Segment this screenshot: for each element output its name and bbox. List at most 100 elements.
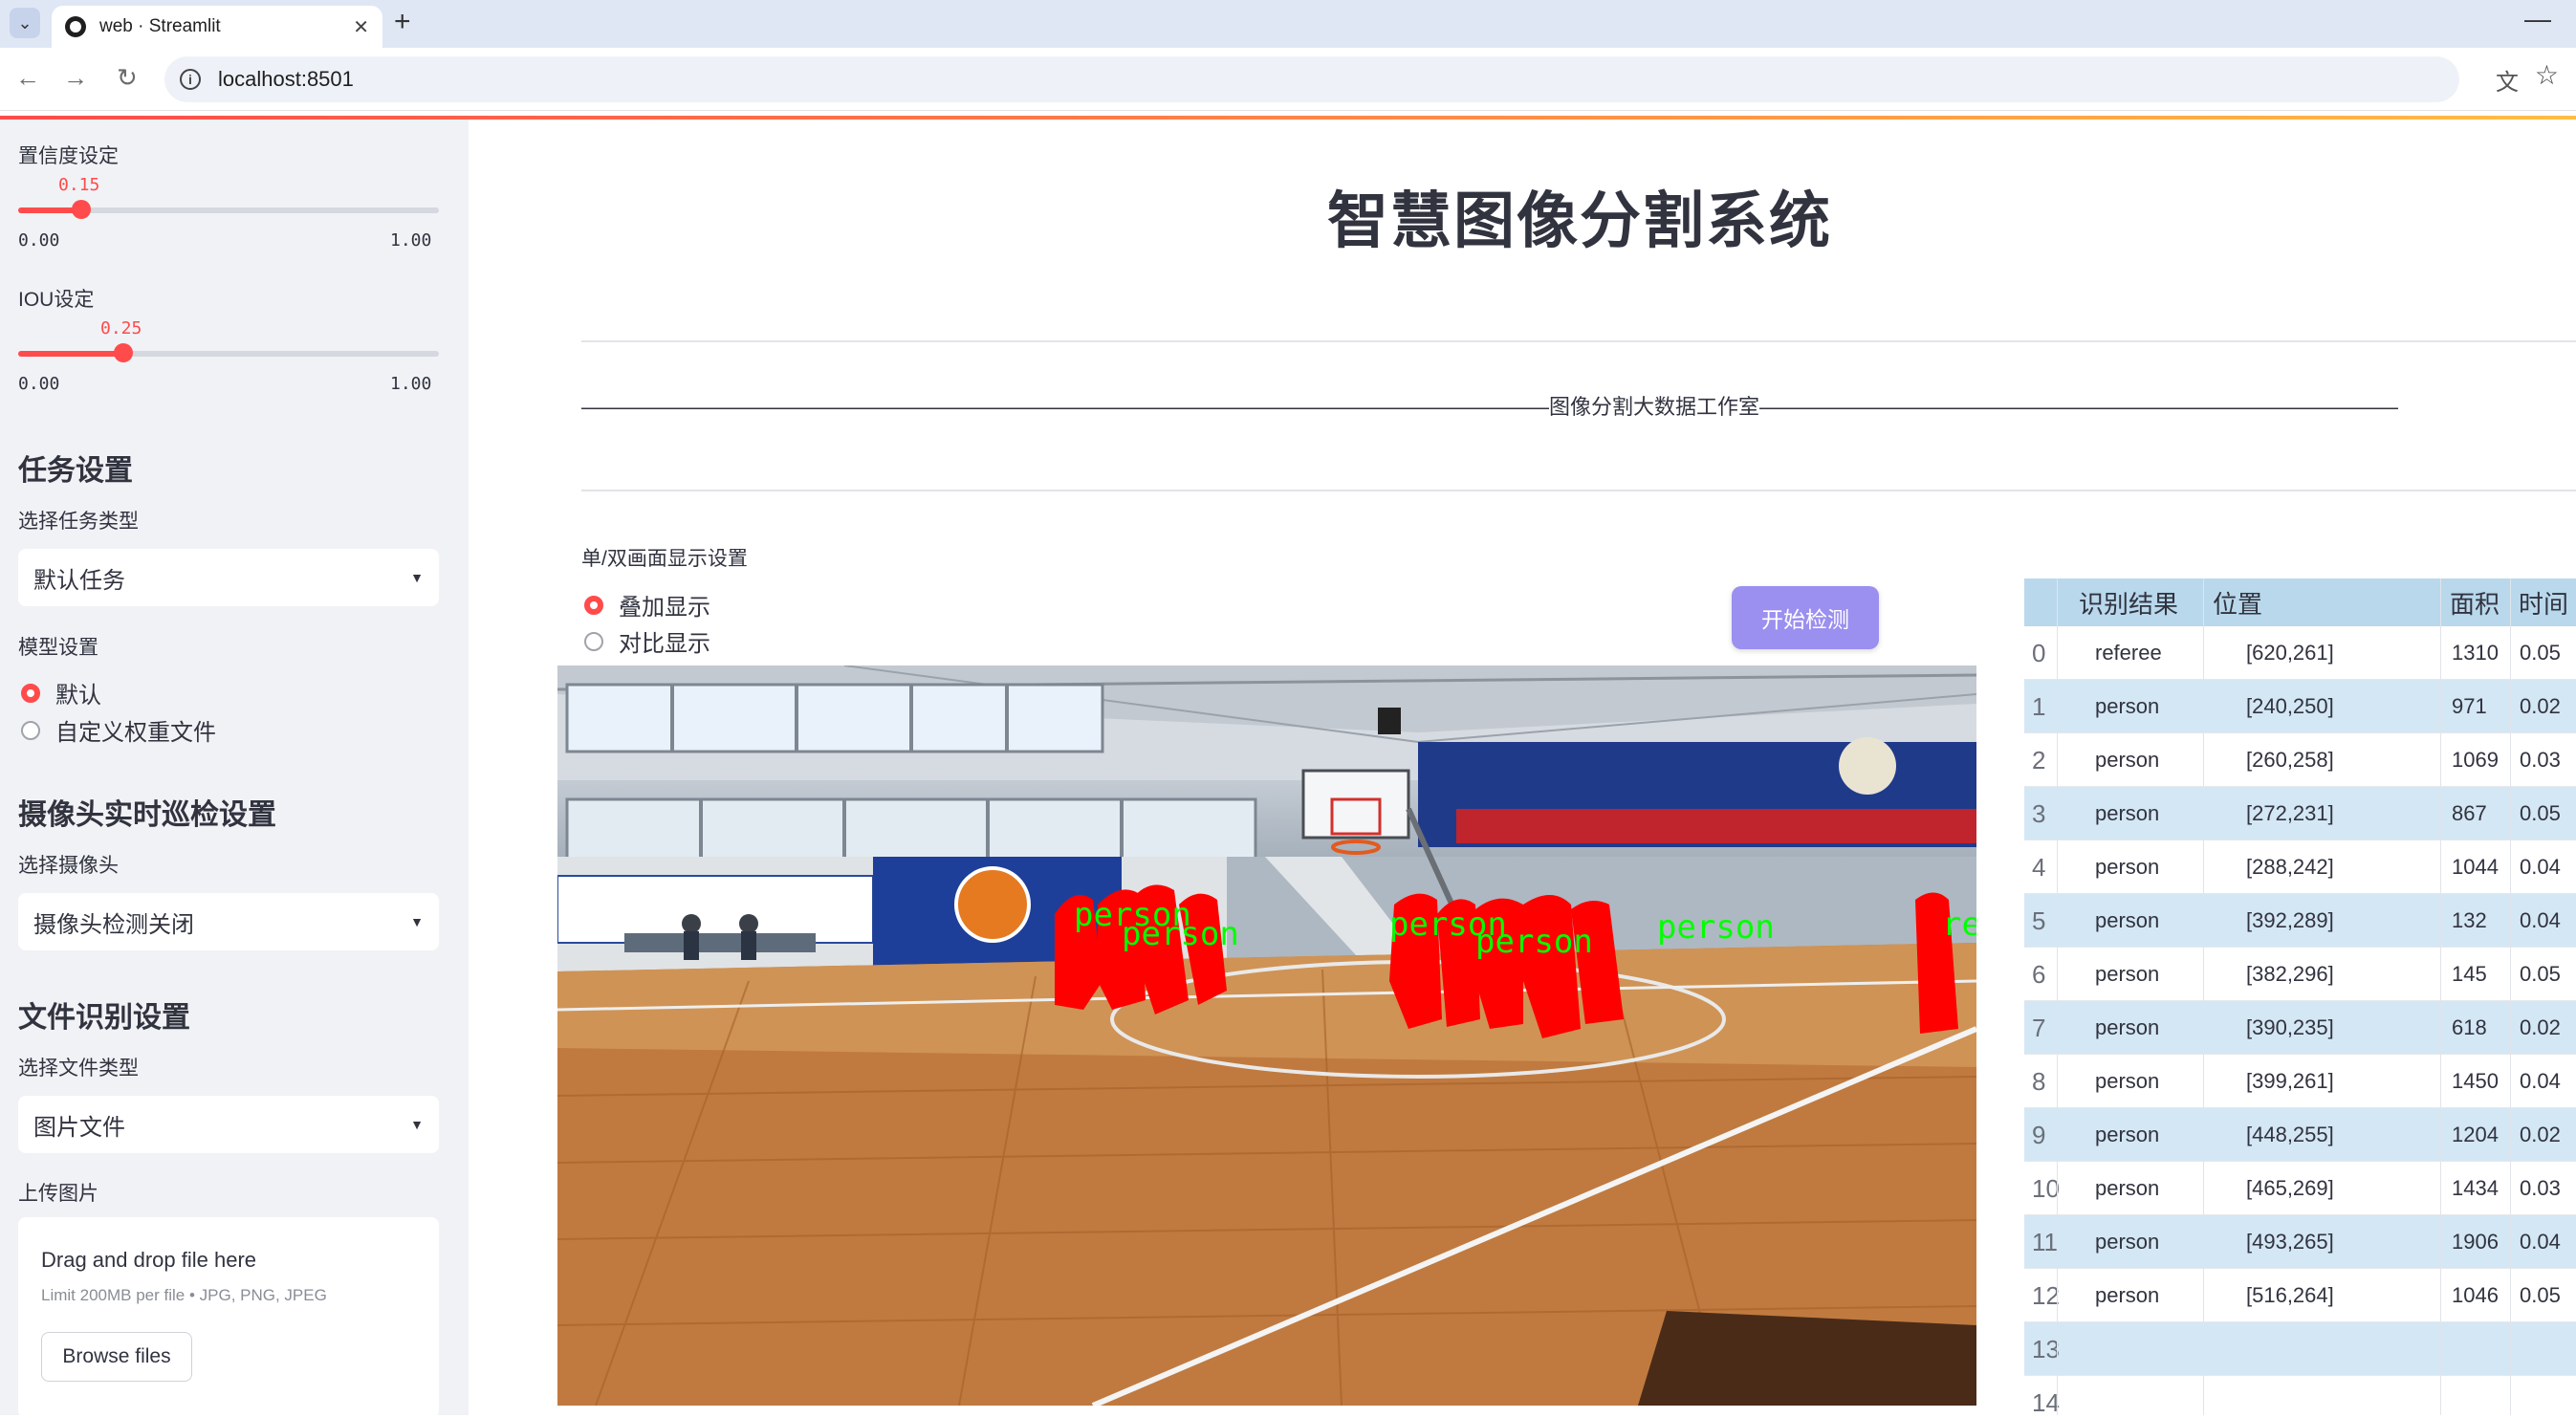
row-index: 1: [2032, 691, 2046, 721]
task-type-selected: 默认任务: [33, 567, 125, 594]
cell-result: person: [2095, 1069, 2160, 1093]
url-text[interactable]: localhost:8501: [218, 67, 354, 92]
back-arrow-icon[interactable]: ←: [15, 63, 40, 93]
chevron-down-icon: ▼: [410, 914, 424, 929]
radio-unselected-icon: [21, 720, 40, 740]
table-row[interactable]: 10 person [465,269] 1434 0.03: [2024, 1162, 2576, 1215]
table-row[interactable]: 11 person [493,265] 1906 0.04: [2024, 1215, 2576, 1269]
cell-time: 0.03: [2520, 1176, 2561, 1200]
chevron-down-icon: ▼: [410, 1117, 424, 1132]
row-index: 6: [2032, 959, 2046, 989]
row-index: 14: [2032, 1387, 2060, 1416]
task-type-select[interactable]: 默认任务 ▼: [18, 549, 439, 606]
table-row[interactable]: 9 person [448,255] 1204 0.02: [2024, 1108, 2576, 1162]
cell-area: 1044: [2452, 855, 2499, 879]
new-tab-plus-icon[interactable]: +: [394, 6, 411, 38]
file-type-label: 选择文件类型: [18, 1058, 139, 1080]
cell-area: 1204: [2452, 1123, 2499, 1146]
cell-position: [288,242]: [2246, 855, 2334, 879]
cell-position: [390,235]: [2246, 1015, 2334, 1039]
row-index: 9: [2032, 1120, 2046, 1149]
divider: [581, 340, 2576, 342]
detection-label: person: [1122, 915, 1239, 953]
table-row[interactable]: 14: [2024, 1376, 2576, 1416]
cell-position: [465,269]: [2246, 1176, 2334, 1200]
radio-unselected-icon: [584, 631, 603, 651]
minimize-icon[interactable]: —: [2524, 4, 2551, 34]
table-row[interactable]: 1 person [240,250] 971 0.02: [2024, 680, 2576, 733]
detection-label: person: [1657, 908, 1775, 947]
model-option-custom: 自定义权重文件: [55, 720, 216, 746]
cell-position: [382,296]: [2246, 962, 2334, 986]
confidence-slider-thumb[interactable]: [72, 200, 91, 219]
row-index: 2: [2032, 745, 2046, 774]
detection-result-image: person person person person person re: [557, 665, 1976, 1406]
file-type-selected: 图片文件: [33, 1114, 125, 1141]
cell-area: 1434: [2452, 1176, 2499, 1200]
row-index: 12: [2032, 1280, 2060, 1310]
camera-select[interactable]: 摄像头检测关闭 ▼: [18, 893, 439, 950]
url-omnibox[interactable]: i localhost:8501: [164, 56, 2459, 102]
reload-icon[interactable]: ↻: [117, 63, 138, 93]
iou-slider[interactable]: [18, 343, 439, 362]
cell-result: person: [2095, 694, 2160, 718]
dropzone-title: Drag and drop file here: [41, 1248, 257, 1272]
cell-area: 618: [2452, 1015, 2487, 1039]
cell-result: referee: [2095, 641, 2162, 665]
table-row[interactable]: 0 referee [620,261] 1310 0.05: [2024, 626, 2576, 680]
address-bar: ← → ↻ i localhost:8501 文 ☆: [0, 48, 2576, 111]
header-time[interactable]: 时间: [2519, 578, 2568, 626]
display-radio-compare[interactable]: 对比显示: [584, 624, 710, 658]
header-result[interactable]: 识别结果: [2079, 578, 2178, 626]
table-row[interactable]: 13: [2024, 1322, 2576, 1376]
display-radio-overlay[interactable]: 叠加显示: [584, 588, 710, 622]
model-label: 模型设置: [18, 637, 98, 659]
tab-search-chevron-icon[interactable]: ⌄: [10, 8, 40, 38]
iou-min: 0.00: [18, 374, 60, 394]
cell-area: 971: [2452, 694, 2487, 718]
detection-label: re: [1942, 905, 1976, 944]
detection-label: person: [1475, 923, 1593, 961]
iou-label: IOU设定: [18, 289, 95, 311]
table-row[interactable]: 3 person [272,231] 867 0.05: [2024, 787, 2576, 840]
table-row[interactable]: 4 person [288,242] 1044 0.04: [2024, 840, 2576, 894]
cell-time: 0.02: [2520, 1123, 2561, 1146]
table-row[interactable]: 7 person [390,235] 618 0.02: [2024, 1001, 2576, 1055]
forward-arrow-icon[interactable]: →: [63, 63, 88, 93]
site-info-icon[interactable]: i: [180, 69, 201, 90]
cell-time: 0.04: [2520, 855, 2561, 879]
upload-label: 上传图片: [18, 1183, 98, 1205]
results-table[interactable]: 识别结果 位置 面积 时间 0 referee [620,261] 1310 0.05 1…: [2024, 578, 2576, 1415]
translate-icon[interactable]: 文: [2496, 63, 2519, 97]
row-index: 11: [2032, 1227, 2058, 1256]
confidence-slider[interactable]: [18, 200, 439, 219]
header-position[interactable]: 位置: [2213, 578, 2262, 626]
table-row[interactable]: 12 person [516,264] 1046 0.05: [2024, 1269, 2576, 1322]
file-type-select[interactable]: 图片文件 ▼: [18, 1096, 439, 1153]
bookmark-star-icon[interactable]: ☆: [2535, 59, 2559, 91]
close-icon[interactable]: ✕: [353, 15, 369, 39]
table-row[interactable]: 2 person [260,258] 1069 0.03: [2024, 733, 2576, 787]
confidence-max: 1.00: [390, 230, 432, 251]
cell-time: 0.04: [2520, 1069, 2561, 1093]
table-row[interactable]: 6 person [382,296] 145 0.05: [2024, 948, 2576, 1001]
tab-title: web · Streamlit: [99, 16, 221, 36]
model-radio-custom[interactable]: 自定义权重文件: [21, 713, 216, 747]
browse-files-button[interactable]: Browse files: [41, 1332, 192, 1382]
table-row[interactable]: 8 person [399,261] 1450 0.04: [2024, 1055, 2576, 1108]
iou-slider-thumb[interactable]: [114, 343, 133, 362]
display-mode-label: 单/双画面显示设置: [581, 548, 748, 570]
header-area[interactable]: 面积: [2450, 578, 2500, 626]
page-title: 智慧图像分割系统: [1327, 186, 1832, 255]
browser-tab[interactable]: web · Streamlit ✕: [52, 6, 382, 48]
start-detection-button[interactable]: 开始检测: [1732, 586, 1879, 649]
radio-selected-icon: [21, 683, 40, 703]
table-row[interactable]: 5 person [392,289] 132 0.04: [2024, 894, 2576, 948]
cell-position: [620,261]: [2246, 641, 2334, 665]
model-radio-default[interactable]: 默认: [21, 676, 101, 709]
studio-banner: ————————————————————————————————————————…: [581, 395, 2398, 419]
cell-position: [240,250]: [2246, 694, 2334, 718]
file-dropzone[interactable]: Drag and drop file here Limit 200MB per …: [18, 1217, 439, 1418]
row-index: 3: [2032, 798, 2046, 828]
camera-label: 选择摄像头: [18, 855, 119, 877]
